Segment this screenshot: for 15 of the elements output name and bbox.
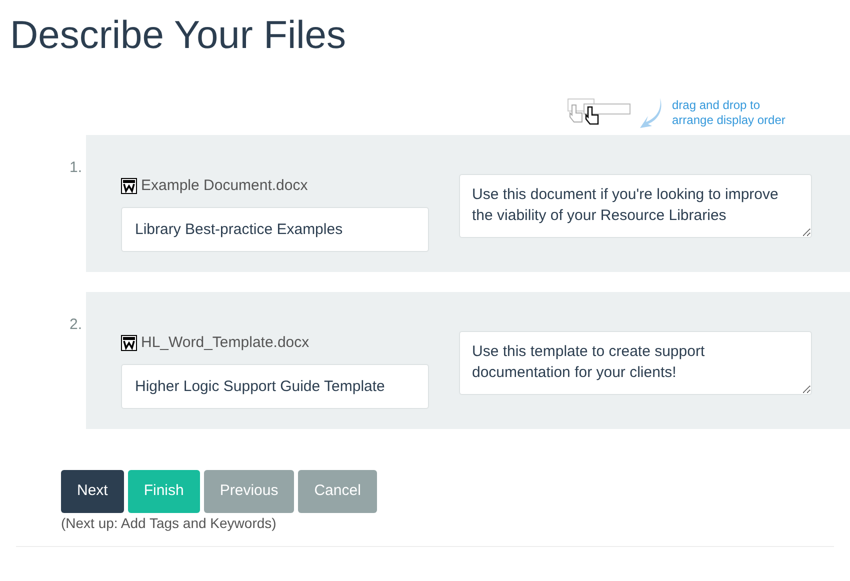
description-field[interactable]: Use this document if you're looking to improve the viability of your Resource Libraries xyxy=(459,174,812,238)
description-field[interactable]: Use this template to create support documentation for your clients! xyxy=(459,331,812,395)
file-name: Example Document.docx xyxy=(141,176,308,196)
list-number: 2. xyxy=(68,315,83,335)
next-up-note: (Next up: Add Tags and Keywords) xyxy=(60,514,276,533)
title-field[interactable]: Higher Logic Support Guide Template xyxy=(121,364,429,409)
word-document-icon xyxy=(121,335,137,351)
wizard-button[interactable]: Next xyxy=(61,470,124,513)
list-number: 1. xyxy=(68,158,83,178)
file-name: HL_Word_Template.docx xyxy=(141,332,310,353)
title-field[interactable]: Library Best-practice Examples xyxy=(121,207,429,252)
curved-arrow-icon xyxy=(638,96,664,130)
drag-hint: drag and drop to arrange display order xyxy=(672,98,786,128)
word-document-icon xyxy=(121,178,137,194)
page-title: Describe Your Files xyxy=(9,13,346,55)
